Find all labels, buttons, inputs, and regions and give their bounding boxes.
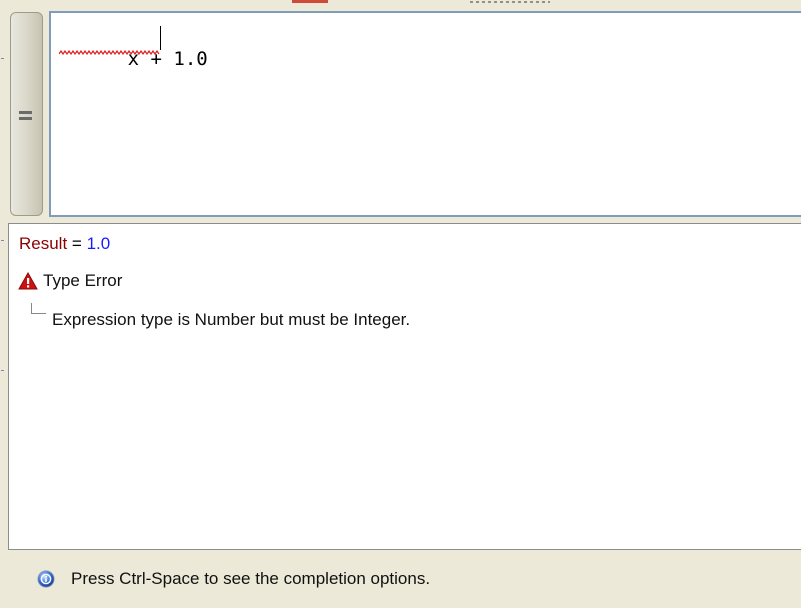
- left-edge-tick: [1, 370, 4, 371]
- result-equals: =: [67, 234, 87, 253]
- result-label: Result: [19, 234, 68, 253]
- top-strip-mark: [292, 0, 328, 3]
- result-line: Result = 1.0: [19, 234, 110, 254]
- tree-connector: [31, 303, 46, 314]
- warning-triangle-icon: [18, 272, 38, 290]
- left-edge-tick: [1, 240, 4, 241]
- status-bar: Press Ctrl-Space to see the completion o…: [0, 551, 801, 608]
- expression-text-wrapper: x + 1.0: [59, 26, 208, 136]
- text-caret: [160, 26, 161, 50]
- left-edge: [0, 0, 8, 560]
- status-hint: Press Ctrl-Space to see the completion o…: [71, 569, 431, 588]
- error-title: Type Error: [43, 271, 123, 290]
- top-strip: [0, 0, 801, 10]
- results-panel: Result = 1.0 Type Error Expression type …: [8, 223, 801, 550]
- help-info-icon: [37, 570, 55, 588]
- top-strip-dotted-mark: [470, 1, 550, 3]
- grip-lines-icon: [19, 111, 32, 121]
- expression-input[interactable]: x + 1.0: [49, 11, 801, 217]
- left-edge-tick: [1, 58, 4, 59]
- result-value: 1.0: [86, 234, 111, 253]
- editor-splitter-handle[interactable]: [10, 12, 43, 216]
- spelling-error-squiggle: [59, 50, 160, 55]
- expression-editor-window: x + 1.0 Result = 1.0 Type Error Expressi…: [0, 0, 801, 608]
- error-detail: Expression type is Number but must be In…: [52, 310, 411, 329]
